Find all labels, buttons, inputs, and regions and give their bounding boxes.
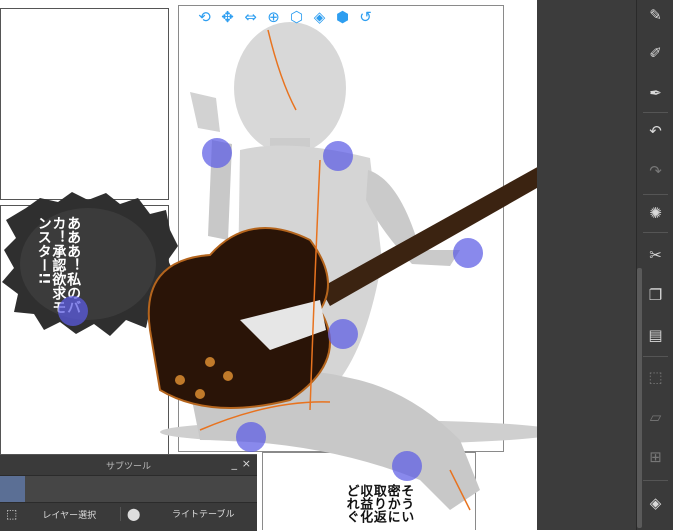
dark-panel-strip xyxy=(537,0,636,530)
mesh-icon[interactable]: ⊞ xyxy=(637,442,673,472)
redo-icon[interactable]: ↷ xyxy=(637,156,673,186)
layer-select-icon: ⬚ xyxy=(6,507,18,521)
subtool-panel-title: サブツール xyxy=(105,461,151,472)
toolbar-divider xyxy=(643,356,668,357)
toolbar-divider xyxy=(643,232,668,233)
subtool-light-table[interactable]: ライトテーブル xyxy=(172,507,234,520)
transform-icon[interactable]: ⬚ xyxy=(637,362,673,392)
bottom-vertical-text: そうい密かに取り返収益化どれぐ xyxy=(343,484,414,523)
brush-icon[interactable]: ✒ xyxy=(637,78,673,108)
fill-icon[interactable]: ◈ xyxy=(637,488,673,518)
right-hand-handle[interactable] xyxy=(453,238,483,268)
3d-figure-guitar-scene[interactable] xyxy=(120,10,580,530)
subtool-list: ⬚ レイヤー選択 ⬤ ライトテーブル xyxy=(0,503,257,532)
hip-handle[interactable] xyxy=(328,319,358,349)
paste-icon[interactable]: ▤ xyxy=(637,320,673,350)
object-launcher-toolbar: ⟲ ✥ ⇔ ⊕ ⬡ ◈ ⬢ ↺ xyxy=(195,4,375,30)
camera-pan-icon[interactable]: ✥ xyxy=(218,6,237,28)
camera-rotate-icon[interactable]: ⟲ xyxy=(195,6,214,28)
subtool-pen[interactable]: ⬤ xyxy=(120,507,140,521)
subtool-panel: サブツール _ × ⬚ レイヤー選択 ⬤ ライトテーブル xyxy=(0,454,257,531)
right-foot-handle[interactable] xyxy=(392,451,422,481)
scrollbar[interactable] xyxy=(637,268,642,528)
move-model-icon[interactable]: ⬢ xyxy=(333,6,352,28)
toolbar-divider xyxy=(643,194,668,195)
subtool-layer-select[interactable]: ⬚ レイヤー選択 xyxy=(6,507,96,521)
toolbar-divider xyxy=(643,480,668,481)
subtool-tab-row xyxy=(0,476,257,503)
close-button[interactable]: × xyxy=(242,457,251,470)
subtool-panel-header[interactable]: サブツール _ × xyxy=(0,455,257,476)
pen-icon[interactable]: ✎ xyxy=(637,0,673,30)
reset-icon[interactable]: ↺ xyxy=(356,6,375,28)
cut-icon[interactable]: ✂ xyxy=(637,240,673,270)
move-plane-icon[interactable]: ⊕ xyxy=(264,6,283,28)
camera-dolly-icon[interactable]: ⇔ xyxy=(241,6,260,28)
rotate-axis-icon[interactable]: ◈ xyxy=(310,6,329,28)
left-foot-handle[interactable] xyxy=(236,422,266,452)
pen-nib-icon: ⬤ xyxy=(127,507,141,521)
chest-handle[interactable] xyxy=(323,141,353,171)
command-bar: ✎ ✐ ✒ ↶ ↷ ✺ ✂ ❐ ▤ ⬚ ▱ ⊞ ◈ xyxy=(636,0,673,530)
toolbar-divider xyxy=(643,112,668,113)
undo-icon[interactable]: ↶ xyxy=(637,116,673,146)
minimize-button[interactable]: _ xyxy=(232,457,238,470)
loading-icon: ✺ xyxy=(649,204,662,222)
left-hand-handle[interactable] xyxy=(202,138,232,168)
pencil-icon[interactable]: ✐ xyxy=(637,38,673,68)
subtool-tab-selected[interactable] xyxy=(0,476,25,502)
perspective-icon[interactable]: ▱ xyxy=(637,402,673,432)
bubble-handle[interactable] xyxy=(58,296,88,326)
rotate-model-icon[interactable]: ⬡ xyxy=(287,6,306,28)
copy-icon[interactable]: ❐ xyxy=(637,280,673,310)
